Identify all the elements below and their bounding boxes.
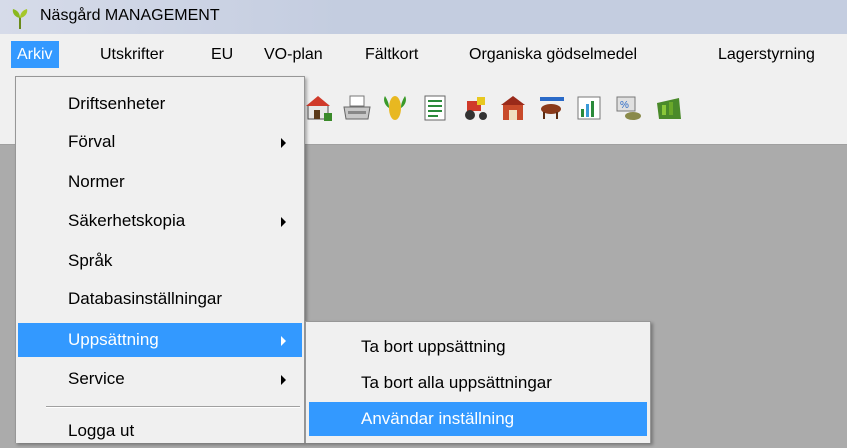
chart-icon[interactable] — [574, 93, 604, 123]
menu-item-label: Användar inställning — [361, 409, 515, 428]
chevron-right-icon — [281, 336, 286, 346]
menu-item-driftsenheter[interactable]: Driftsenheter — [18, 87, 302, 121]
printer-icon[interactable] — [342, 93, 372, 123]
menu-item-label: Förval — [68, 132, 116, 151]
document-icon[interactable] — [420, 93, 450, 123]
menu-item-label: Logga ut — [68, 421, 135, 440]
title-bar: Näsgård MANAGEMENT — [0, 0, 847, 34]
menu-faltkort[interactable]: Fältkort — [359, 41, 424, 68]
menu-item-label: Språk — [68, 251, 113, 270]
menu-item-label: Ta bort alla uppsättningar — [361, 373, 552, 392]
menu-item-sprak[interactable]: Språk — [18, 244, 302, 278]
arkiv-menu: Driftsenheter Förval Normer Säkerhetskop… — [15, 76, 305, 443]
field-icon[interactable] — [654, 93, 684, 123]
leaf-icon — [12, 9, 28, 29]
menu-lagerstyrning[interactable]: Lagerstyrning — [712, 41, 821, 68]
menu-separator — [46, 406, 300, 408]
menu-item-label: Driftsenheter — [68, 94, 166, 113]
menu-item-label: Ta bort uppsättning — [361, 337, 506, 356]
uppsattning-submenu: Ta bort uppsättning Ta bort alla uppsätt… — [305, 321, 651, 443]
tractor-icon[interactable] — [461, 93, 491, 123]
menu-item-label: Normer — [68, 172, 125, 191]
svg-text:%: % — [620, 100, 629, 111]
menu-item-normer[interactable]: Normer — [18, 165, 302, 199]
barn-icon[interactable] — [498, 93, 528, 123]
menu-item-service[interactable]: Service — [18, 362, 302, 396]
chevron-right-icon — [281, 217, 286, 227]
corn-icon[interactable] — [380, 93, 410, 123]
menu-bar: Arkiv Utskrifter EU VO-plan Fältkort Org… — [0, 34, 847, 76]
menu-item-anvandar-installning[interactable]: Användar inställning — [309, 402, 647, 436]
money-icon[interactable]: % — [614, 93, 644, 123]
menu-item-label: Service — [68, 369, 125, 388]
window-title: Näsgård MANAGEMENT — [40, 7, 220, 24]
menu-item-ta-bort-alla-uppsattningar[interactable]: Ta bort alla uppsättningar — [309, 366, 647, 400]
menu-organiska-godselmedel[interactable]: Organiska gödselmedel — [463, 41, 643, 68]
menu-item-forval[interactable]: Förval — [18, 125, 302, 159]
menu-item-label: Databasinställningar — [68, 289, 223, 308]
menu-utskrifter[interactable]: Utskrifter — [94, 41, 170, 68]
cattle-icon[interactable] — [537, 93, 567, 123]
menu-item-ta-bort-uppsattning[interactable]: Ta bort uppsättning — [309, 330, 647, 364]
menu-item-databasinstallningar[interactable]: Databasinställningar — [18, 282, 302, 316]
menu-eu[interactable]: EU — [205, 41, 239, 68]
menu-arkiv[interactable]: Arkiv — [11, 41, 59, 68]
chevron-right-icon — [281, 375, 286, 385]
house-icon[interactable] — [304, 93, 334, 123]
menu-vo-plan[interactable]: VO-plan — [258, 41, 329, 68]
menu-item-sakerhetskopia[interactable]: Säkerhetskopia — [18, 204, 302, 238]
chevron-right-icon — [281, 138, 286, 148]
menu-item-label: Säkerhetskopia — [68, 211, 186, 230]
menu-item-label: Uppsättning — [68, 330, 159, 349]
menu-item-uppsattning[interactable]: Uppsättning — [18, 323, 302, 357]
